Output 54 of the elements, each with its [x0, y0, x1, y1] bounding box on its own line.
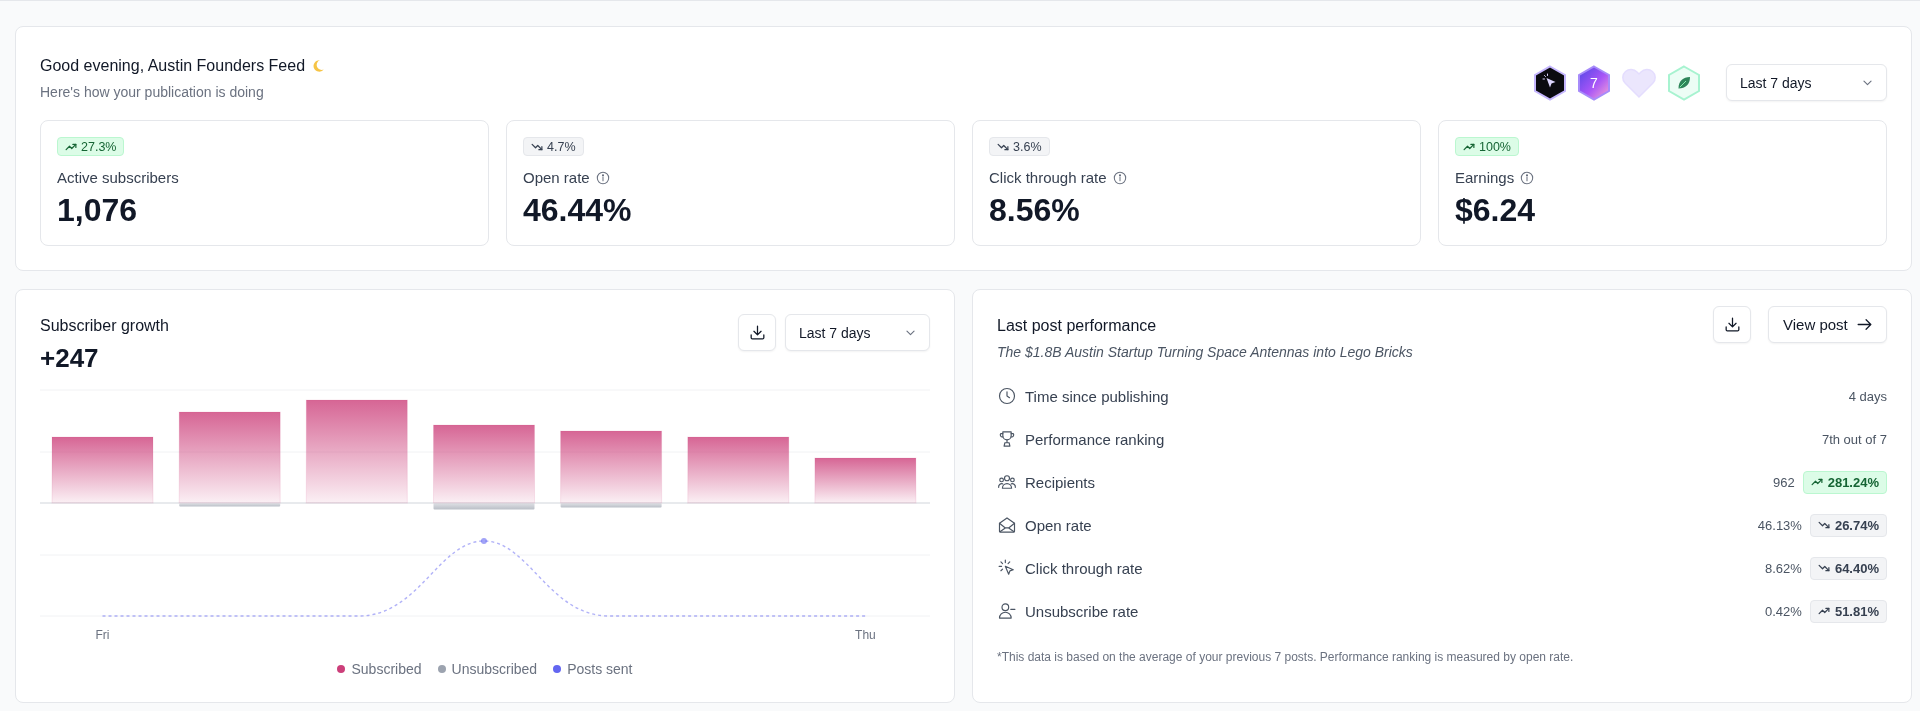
legend-label: Posts sent [567, 660, 633, 679]
change-value: 100% [1479, 139, 1511, 154]
metric-label: Recipients [1025, 473, 1096, 491]
trophy-icon [997, 429, 1017, 449]
stat-label: Active subscribers [57, 168, 179, 188]
change-value: 64.40% [1834, 560, 1879, 576]
metric-value: 0.42% [1765, 603, 1802, 619]
post-title: The $1.8B Austin Startup Turning Space Antennas into Lego Bricks [997, 343, 1413, 361]
user-minus-icon [997, 601, 1017, 621]
crescent-moon-icon [311, 59, 326, 73]
users-icon [997, 472, 1017, 492]
metric-label: Open rate [1025, 516, 1092, 534]
number-badge: 7 [1577, 64, 1611, 101]
metric-label: Click through rate [1025, 559, 1143, 577]
x-axis-label: Fri [95, 628, 110, 642]
footnote: *This data is based on the average of your previous 7 posts. Performance ranking is measured by open rate. [997, 649, 1575, 665]
greeting-title: Good evening, Austin Founders Feed [40, 56, 306, 76]
x-axis-label: Thu [855, 628, 876, 642]
envelope-icon [997, 515, 1017, 535]
date-range-dropdown[interactable]: Last 7 days [785, 314, 930, 351]
download-button[interactable] [1713, 306, 1751, 343]
stat-label: Open rate [523, 168, 590, 188]
metric-value: 8.62% [1765, 560, 1802, 576]
view-post-button[interactable]: View post [1768, 306, 1887, 343]
metric-label: Time since publishing [1025, 387, 1169, 405]
greeting-subtitle: Here's how your publication is doing [40, 83, 265, 101]
change-value: 3.6% [1013, 139, 1042, 154]
card-title: Last post performance [997, 316, 1158, 336]
metric-value: 46.13% [1757, 517, 1802, 533]
stat-value: 1,076 [57, 191, 138, 229]
stat-value: 46.44% [523, 191, 632, 229]
change-value: 4.7% [547, 139, 576, 154]
growth-total: +247 [40, 343, 100, 373]
stat-value: 8.56% [989, 191, 1080, 229]
stat-label: Earnings [1455, 168, 1515, 188]
download-button[interactable] [738, 314, 776, 351]
stat-label: Click through rate [989, 168, 1107, 188]
date-range-dropdown[interactable]: Last 7 days [1726, 64, 1887, 101]
metric-value: 7th out of 7 [1821, 431, 1887, 447]
change-value: 281.24% [1827, 474, 1879, 490]
change-value: 27.3% [81, 139, 117, 154]
stat-value: $6.24 [1455, 191, 1536, 229]
metric-label: Unsubscribe rate [1025, 602, 1139, 620]
metric-value: 4 days [1848, 388, 1887, 404]
legend-label: Subscribed [351, 660, 422, 679]
clock-icon [997, 386, 1017, 406]
card-title: Subscriber growth [40, 316, 169, 336]
cursor-click-icon [997, 558, 1017, 578]
metric-label: Performance ranking [1025, 430, 1165, 448]
legend-label: Unsubscribed [451, 660, 538, 679]
change-value: 51.81% [1834, 603, 1879, 619]
change-value: 26.74% [1834, 517, 1879, 533]
posts-sent-point [480, 538, 487, 544]
metric-value: 962 [1772, 474, 1795, 490]
